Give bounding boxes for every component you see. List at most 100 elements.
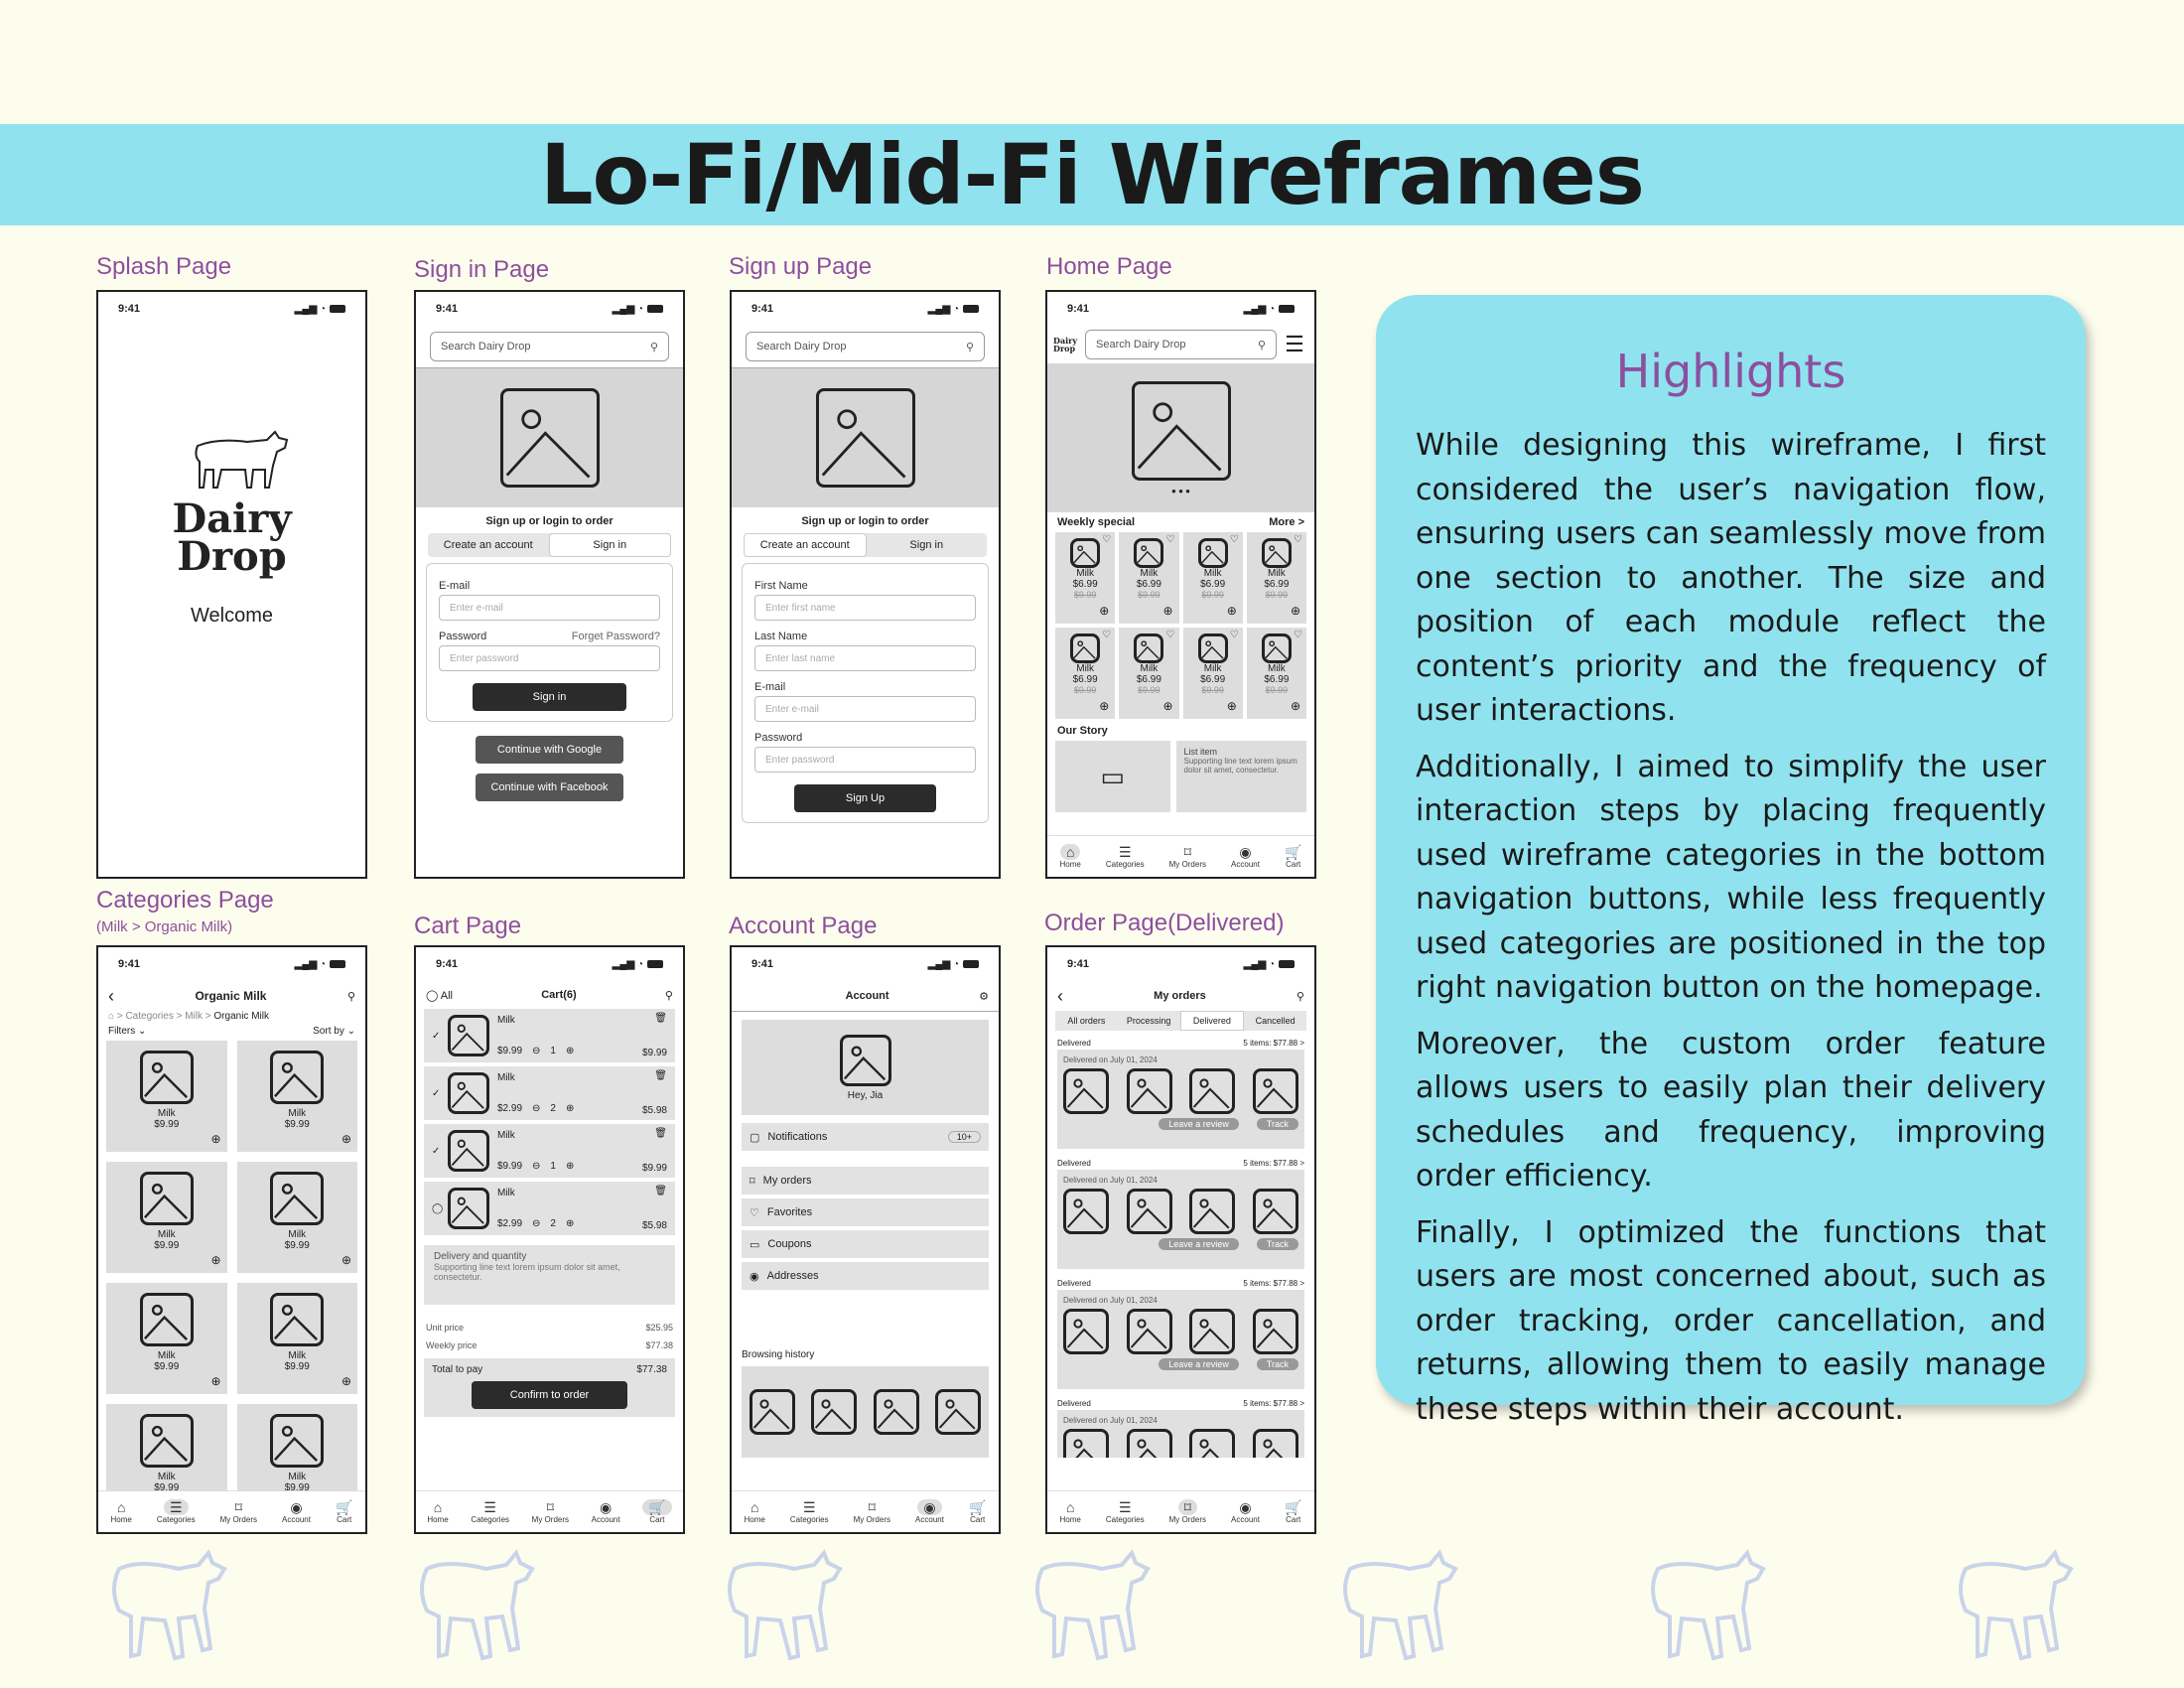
search-icon[interactable]: ⚲ (966, 341, 974, 353)
heart-icon[interactable]: ♡ (1230, 630, 1239, 640)
tab-signin[interactable]: Sign in (548, 533, 671, 557)
nav-home[interactable]: ⌂ Home (745, 1499, 765, 1524)
product-card[interactable]: Milk $9.99 ⊕ (106, 1283, 227, 1394)
add-icon[interactable]: ⊕ (1291, 699, 1300, 713)
heart-icon[interactable]: ♡ (1102, 630, 1111, 640)
story-list-item[interactable]: List item Supporting line text lorem ips… (1175, 741, 1306, 812)
nav-home[interactable]: ⌂ Home (111, 1499, 132, 1524)
home-crumb-icon[interactable]: ⌂ (108, 1011, 114, 1022)
order-card[interactable]: Delivered on July 01, 2024 Leave a revie… (1057, 1050, 1304, 1149)
decrease-icon[interactable]: ⊖ (532, 1103, 540, 1114)
product-card[interactable]: Milk $9.99 ⊕ (236, 1041, 357, 1152)
my-orders-row[interactable]: ⌑ My orders (742, 1167, 989, 1195)
add-icon[interactable]: ⊕ (1099, 699, 1109, 713)
search-icon[interactable]: ⚲ (665, 989, 673, 1002)
track-button[interactable]: Track (1256, 1118, 1298, 1130)
add-icon[interactable]: ⊕ (1099, 604, 1109, 618)
more-link[interactable]: More > (1269, 516, 1304, 528)
nav-orders[interactable]: ⌑ My Orders (1169, 844, 1206, 869)
nav-home[interactable]: ⌂ Home (1060, 844, 1081, 869)
nav-cart[interactable]: 🛒 Cart (969, 1499, 986, 1524)
add-icon[interactable]: ⊕ (1291, 604, 1300, 618)
product-card[interactable]: Milk $9.99 ⊕ (236, 1283, 357, 1394)
order-summary[interactable]: 5 items: $77.88 > (1243, 1279, 1304, 1288)
first-name-field[interactable]: Enter first name (754, 595, 976, 621)
sort-button[interactable]: Sort by ⌄ (313, 1026, 355, 1037)
add-icon[interactable]: ⊕ (1227, 604, 1237, 618)
settings-gear-icon[interactable]: ⚙ (979, 990, 989, 1003)
product-card[interactable]: Milk $9.99 ⊕ (236, 1162, 357, 1273)
order-tab[interactable]: Processing (1118, 1011, 1180, 1031)
increase-icon[interactable]: ⊕ (566, 1161, 574, 1172)
home-logo[interactable]: Dairy Drop (1053, 337, 1081, 352)
order-summary[interactable]: 5 items: $77.88 > (1243, 1399, 1304, 1408)
nav-account[interactable]: ◉ Account (592, 1499, 620, 1524)
nav-account[interactable]: ◉ Account (1231, 844, 1260, 869)
review-button[interactable]: Leave a review (1159, 1358, 1239, 1370)
item-checkbox[interactable]: ✓ (432, 1146, 448, 1157)
tab-signin[interactable]: Sign in (867, 533, 988, 557)
nav-home[interactable]: ⌂ Home (427, 1499, 448, 1524)
product-card[interactable]: ♡ Milk $6.99 $9.99 ⊕ (1119, 532, 1179, 624)
decrease-icon[interactable]: ⊖ (532, 1161, 540, 1172)
heart-icon[interactable]: ♡ (1102, 534, 1111, 545)
track-button[interactable]: Track (1256, 1238, 1298, 1250)
nav-orders[interactable]: ⌑ My Orders (220, 1499, 257, 1524)
crumb-milk[interactable]: Milk (185, 1011, 203, 1022)
nav-categories[interactable]: ☰ Categories (1106, 1499, 1145, 1524)
add-icon[interactable]: ⊕ (1162, 604, 1172, 618)
nav-cart[interactable]: 🛒 Cart (1285, 1499, 1301, 1524)
add-icon[interactable]: ⊕ (210, 1253, 220, 1267)
add-icon[interactable]: ⊕ (341, 1374, 351, 1388)
nav-account[interactable]: ◉ Account (1231, 1499, 1260, 1524)
review-button[interactable]: Leave a review (1159, 1118, 1239, 1130)
product-card[interactable]: ♡ Milk $6.99 $9.99 ⊕ (1246, 532, 1306, 624)
increase-icon[interactable]: ⊕ (566, 1046, 574, 1056)
item-checkbox[interactable]: ◯ (432, 1203, 448, 1214)
carousel-dots[interactable]: ● ● ● (1171, 487, 1190, 495)
back-icon[interactable]: ‹ (1057, 986, 1063, 1007)
nav-account[interactable]: ◉ Account (915, 1499, 944, 1524)
order-tab[interactable]: Delivered (1179, 1011, 1245, 1031)
heart-icon[interactable]: ♡ (1294, 630, 1302, 640)
addresses-row[interactable]: ◉ Addresses (742, 1262, 989, 1290)
menu-icon[interactable]: ☰ (1281, 332, 1308, 357)
nav-categories[interactable]: ☰ Categories (1106, 844, 1145, 869)
add-icon[interactable]: ⊕ (341, 1132, 351, 1146)
profile-card[interactable]: Hey, Jia (742, 1020, 989, 1115)
review-button[interactable]: Leave a review (1159, 1238, 1239, 1250)
heart-icon[interactable]: ♡ (1294, 534, 1302, 545)
delivery-section[interactable]: Delivery and quantity Supporting line te… (424, 1245, 675, 1305)
history-image-icon[interactable] (873, 1389, 919, 1435)
item-checkbox[interactable]: ✓ (432, 1031, 448, 1042)
facebook-button[interactable]: Continue with Facebook (476, 774, 623, 801)
trash-icon[interactable]: 🗑 (654, 1186, 667, 1196)
order-card[interactable]: Delivered on July 01, 2024 Leave a revie… (1057, 1170, 1304, 1269)
email-field[interactable]: Enter e-mail (439, 595, 660, 621)
nav-cart[interactable]: 🛒 Cart (336, 1499, 352, 1524)
password-field[interactable]: Enter password (439, 645, 660, 671)
search-icon[interactable]: ⚲ (1258, 339, 1266, 352)
increase-icon[interactable]: ⊕ (566, 1103, 574, 1114)
heart-icon[interactable]: ♡ (1230, 534, 1239, 545)
search-icon[interactable]: ⚲ (1297, 990, 1304, 1003)
nav-cart[interactable]: 🛒 Cart (642, 1499, 672, 1524)
add-icon[interactable]: ⊕ (341, 1253, 351, 1267)
password-field[interactable]: Enter password (754, 747, 976, 773)
add-icon[interactable]: ⊕ (1227, 699, 1237, 713)
forgot-password-link[interactable]: Forget Password? (572, 631, 660, 642)
decrease-icon[interactable]: ⊖ (532, 1046, 540, 1056)
coupons-row[interactable]: ▭ Coupons (742, 1230, 989, 1258)
order-summary[interactable]: 5 items: $77.88 > (1243, 1039, 1304, 1048)
search-input[interactable]: Search Dairy Drop ⚲ (430, 332, 669, 361)
last-name-field[interactable]: Enter last name (754, 645, 976, 671)
increase-icon[interactable]: ⊕ (566, 1218, 574, 1229)
nav-orders[interactable]: ⌑ My Orders (1169, 1499, 1206, 1524)
trash-icon[interactable]: 🗑 (654, 1070, 667, 1081)
filters-button[interactable]: Filters ⌄ (108, 1026, 146, 1037)
tab-create-account[interactable]: Create an account (428, 533, 549, 557)
heart-icon[interactable]: ♡ (1166, 630, 1175, 640)
google-button[interactable]: Continue with Google (476, 736, 623, 764)
decrease-icon[interactable]: ⊖ (532, 1218, 540, 1229)
confirm-order-button[interactable]: Confirm to order (472, 1381, 627, 1409)
